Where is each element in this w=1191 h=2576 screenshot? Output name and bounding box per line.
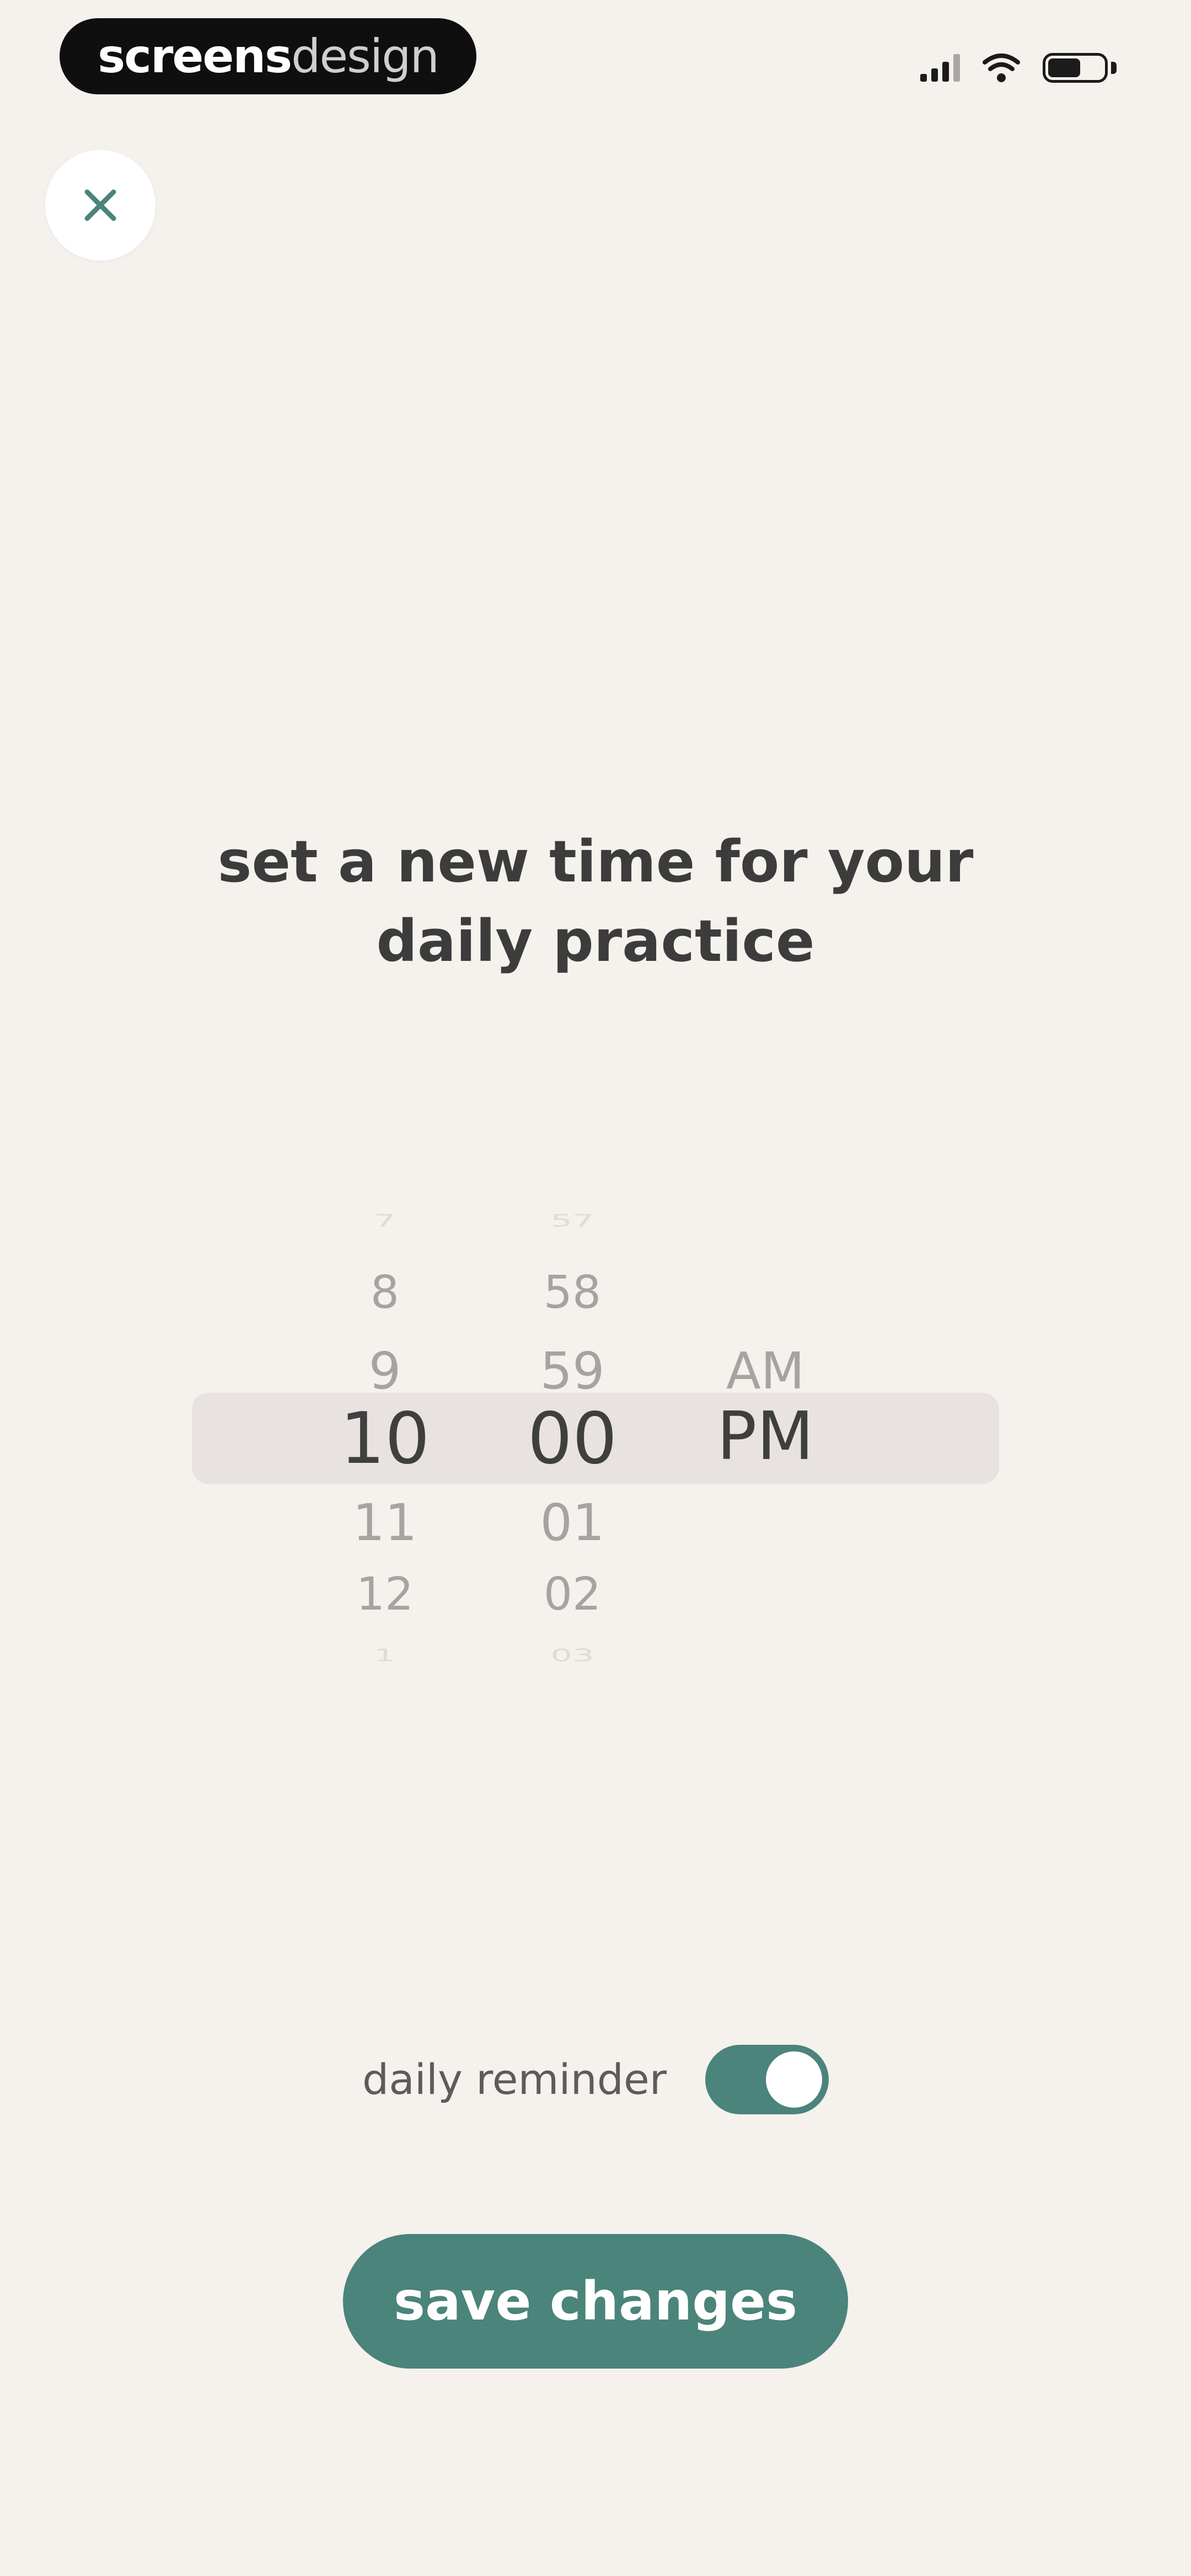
hour-selected[interactable]: 10 bbox=[319, 1404, 451, 1474]
brand-bold: screens bbox=[98, 29, 292, 83]
period-option-am[interactable]: AM bbox=[677, 1346, 854, 1397]
page-title: set a new time for your daily practice bbox=[0, 822, 1191, 981]
minute-option[interactable]: 02 bbox=[506, 1572, 639, 1617]
close-button[interactable] bbox=[45, 150, 155, 260]
hour-option[interactable]: 11 bbox=[319, 1498, 451, 1548]
brand-light: design bbox=[291, 29, 439, 83]
daily-reminder-row: daily reminder bbox=[0, 2041, 1191, 2118]
minute-option[interactable]: 03 bbox=[506, 1647, 639, 1664]
brand-text: screensdesign bbox=[98, 33, 439, 79]
hour-option[interactable]: 7 bbox=[319, 1212, 451, 1230]
period-wheel[interactable]: AM PM bbox=[677, 1180, 854, 1688]
minute-wheel[interactable]: 57 58 59 00 01 02 03 bbox=[506, 1180, 639, 1688]
reminder-time-screen: screensdesign set a new time for your da… bbox=[0, 0, 1191, 2576]
wifi-icon bbox=[983, 54, 1020, 82]
minute-option[interactable]: 57 bbox=[506, 1212, 639, 1230]
brand-logo: screensdesign bbox=[60, 18, 476, 94]
period-selected[interactable]: PM bbox=[677, 1404, 854, 1470]
minute-option[interactable]: 58 bbox=[506, 1270, 639, 1316]
status-icons bbox=[920, 49, 1117, 87]
minute-selected[interactable]: 00 bbox=[506, 1404, 639, 1474]
minute-option[interactable]: 59 bbox=[506, 1346, 639, 1397]
toggle-knob bbox=[766, 2051, 823, 2108]
battery-icon bbox=[1043, 53, 1117, 83]
daily-reminder-toggle[interactable] bbox=[705, 2045, 829, 2114]
hour-option[interactable]: 9 bbox=[319, 1346, 451, 1397]
save-changes-button[interactable]: save changes bbox=[343, 2234, 848, 2369]
daily-reminder-label: daily reminder bbox=[362, 2055, 667, 2104]
page-title-line-1: set a new time for your bbox=[217, 828, 974, 895]
hour-option[interactable]: 1 bbox=[319, 1647, 451, 1664]
hour-wheel[interactable]: 7 8 9 10 11 12 1 bbox=[319, 1180, 451, 1688]
close-icon bbox=[84, 189, 116, 221]
hour-option[interactable]: 8 bbox=[319, 1270, 451, 1316]
signal-icon bbox=[920, 54, 960, 82]
page-title-line-2: daily practice bbox=[376, 907, 815, 975]
time-picker[interactable]: 7 8 9 10 11 12 1 57 58 59 00 01 02 03 AM… bbox=[192, 1180, 999, 1688]
hour-option[interactable]: 12 bbox=[319, 1572, 451, 1617]
minute-option[interactable]: 01 bbox=[506, 1498, 639, 1548]
